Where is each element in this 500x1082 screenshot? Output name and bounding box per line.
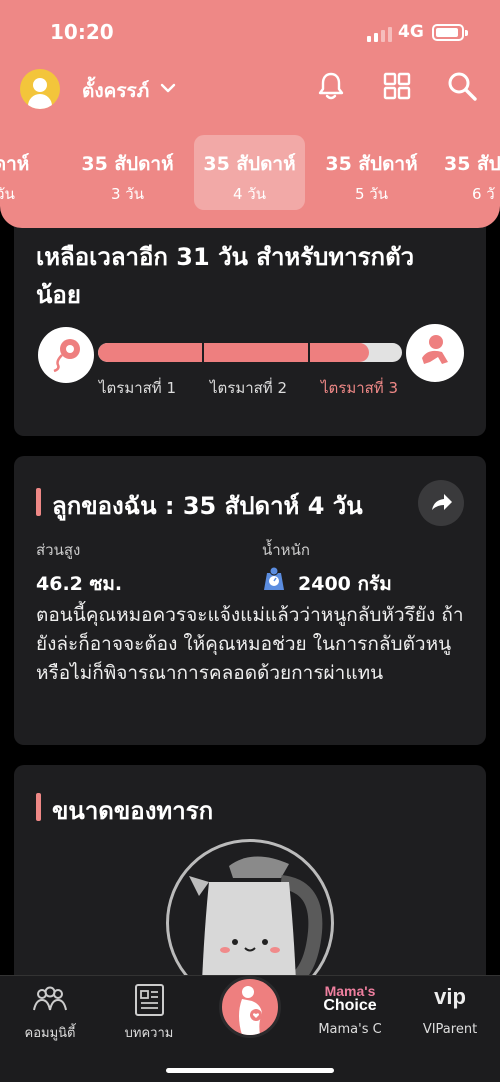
weight-value: 2400 กรัม [298, 573, 392, 595]
baby-card-title: ลูกของฉัน : 35 สัปดาห์ 4 วัน [52, 492, 363, 520]
trimester-2-label: ไตรมาสที่ 2 [210, 379, 288, 397]
nav-item-viparent[interactable]: vip VIParent [400, 976, 500, 1056]
pregnancy-icon [239, 986, 262, 1035]
week-tab-active[interactable]: 35 สัปดาห์ 4 วัน [194, 135, 305, 210]
network-type: 4G [398, 22, 424, 42]
nav-item-mamas-choice[interactable]: Mama's Choice Mama's C [300, 976, 400, 1056]
article-icon [135, 984, 164, 1016]
bottom-nav: คอมมูนิตี้ บทความ Mama's Choice Mama's C… [0, 975, 500, 1082]
nav-label-mamas-choice: Mama's C [318, 1022, 382, 1037]
progress-fill [98, 343, 369, 362]
home-indicator [166, 1068, 334, 1073]
baby-info-card: ลูกของฉัน : 35 สัปดาห์ 4 วัน ส่วนสูง 46.… [14, 456, 486, 745]
signal-icon [367, 24, 392, 42]
weight-label: น้ำหนัก [262, 541, 310, 559]
week-tab[interactable]: 35 สัปดาห์ 3 วัน [72, 135, 183, 210]
baby-description: ตอนนี้คุณหมอควรจะแจ้งแม่แล้วว่าหนูกลับหั… [36, 604, 464, 684]
baby-crawling-icon [406, 324, 464, 382]
pregnancy-home-button[interactable] [219, 976, 281, 1038]
sperm-egg-icon [38, 327, 94, 383]
grid-menu-icon[interactable] [381, 70, 413, 102]
trimester-3-label: ไตรมาสที่ 3 [321, 379, 399, 397]
week-tabs: ปดาห์วัน 35 สัปดาห์3 วัน 35 สัปดาห์4 วัน… [0, 135, 500, 210]
status-time: 10:20 [50, 20, 114, 44]
search-icon[interactable] [446, 70, 478, 102]
profile-name[interactable]: ตั้งครรภ์ [82, 76, 149, 106]
community-icon [33, 986, 67, 1011]
share-arrow-icon [432, 494, 452, 510]
nav-item-community[interactable]: คอมมูนิตี้ [0, 976, 100, 1056]
countdown-text: เหลือเวลาอีก 31 วัน สำหรับทารกตัวน้อย [36, 243, 415, 309]
nav-label-articles: บทความ [124, 1026, 174, 1041]
trimester-1-label: ไตรมาสที่ 1 [99, 379, 177, 397]
nav-label-community: คอมมูนิตี้ [24, 1026, 76, 1041]
nav-item-articles[interactable]: บทความ [99, 976, 199, 1056]
vip-logo: vip [434, 984, 466, 1009]
week-tab[interactable]: 35 สัปดาห์ 5 วัน [316, 135, 427, 210]
share-button[interactable] [418, 480, 464, 526]
chevron-down-icon[interactable] [160, 80, 176, 96]
scale-icon [264, 566, 284, 590]
height-value: 46.2 ซม. [36, 573, 123, 595]
pregnancy-progress-bar [98, 343, 402, 362]
size-card-title: ขนาดของทารก [52, 797, 214, 825]
week-tab[interactable]: ปดาห์วัน [0, 135, 61, 210]
section-accent [36, 793, 41, 821]
status-bar: 10:20 4G [0, 0, 500, 62]
app-header: 10:20 4G ตั้งครรภ์ ปดาห์วัน 35 สัปดาห์3 … [0, 0, 500, 228]
avatar[interactable] [20, 69, 60, 109]
bell-icon[interactable] [315, 70, 347, 102]
section-accent [36, 488, 41, 516]
nav-label-viparent: VIParent [422, 1022, 478, 1037]
week-tab[interactable]: 35 สัป 6 วั [438, 135, 500, 210]
battery-icon [432, 24, 468, 41]
height-label: ส่วนสูง [36, 541, 81, 559]
mamas-choice-logo: Mama's Choice [323, 983, 377, 1014]
countdown-card: เหลือเวลาอีก 31 วัน สำหรับทารกตัวน้อย ไต… [14, 200, 486, 436]
